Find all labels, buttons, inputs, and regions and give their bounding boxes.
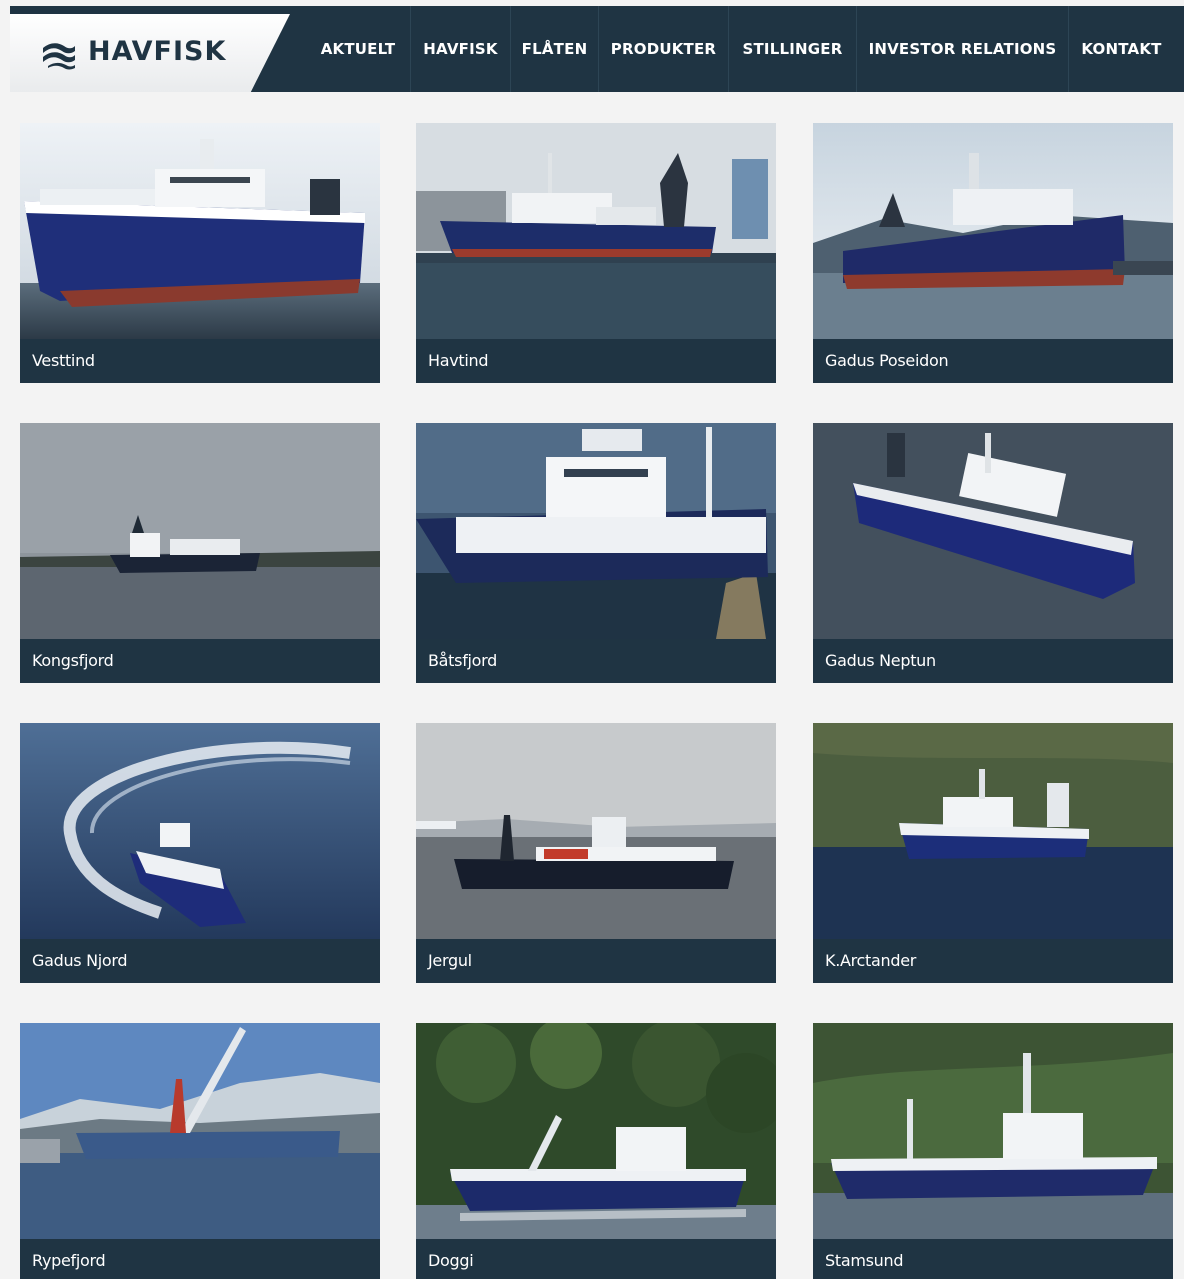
nav-item-kontakt[interactable]: KONTAKT <box>1068 6 1174 92</box>
brand-name: HAVFISK <box>88 36 227 67</box>
nav-item-investor-relations[interactable]: INVESTOR RELATIONS <box>856 6 1068 92</box>
vessel-name: Kongsfjord <box>20 639 380 683</box>
nav-item-stillinger[interactable]: STILLINGER <box>728 6 856 92</box>
vessel-card[interactable]: Kongsfjord <box>20 423 380 683</box>
nav-item-havfisk[interactable]: HAVFISK <box>410 6 510 92</box>
vessel-name: Rypefjord <box>20 1239 380 1279</box>
vessel-photo <box>416 123 776 339</box>
vessel-card[interactable]: Havtind <box>416 123 776 383</box>
vessel-name: Gadus Njord <box>20 939 380 983</box>
vessel-card[interactable]: Båtsfjord <box>416 423 776 683</box>
vessel-name: Gadus Neptun <box>813 639 1173 683</box>
vessel-name: Stamsund <box>813 1239 1173 1279</box>
vessel-name: Gadus Poseidon <box>813 339 1173 383</box>
wave-icon <box>43 43 75 70</box>
vessel-photo <box>416 423 776 639</box>
vessel-photo <box>813 423 1173 639</box>
vessel-card[interactable]: Rypefjord <box>20 1023 380 1279</box>
vessel-card[interactable]: Jergul <box>416 723 776 983</box>
vessel-photo <box>813 123 1173 339</box>
logo[interactable]: HAVFISK <box>10 14 290 92</box>
vessel-name: Doggi <box>416 1239 776 1279</box>
vessel-card[interactable]: Stamsund <box>813 1023 1173 1279</box>
vessel-photo <box>20 1023 380 1239</box>
vessel-photo <box>20 723 380 939</box>
vessel-card[interactable]: K.Arctander <box>813 723 1173 983</box>
vessel-card[interactable]: Gadus Neptun <box>813 423 1173 683</box>
vessel-name: Havtind <box>416 339 776 383</box>
vessel-name: Båtsfjord <box>416 639 776 683</box>
vessel-photo <box>416 1023 776 1239</box>
nav-item-flaten[interactable]: FLÅTEN <box>510 6 598 92</box>
vessel-card[interactable]: Gadus Njord <box>20 723 380 983</box>
vessel-name: Vesttind <box>20 339 380 383</box>
vessel-name: K.Arctander <box>813 939 1173 983</box>
page: HAVFISK AKTUELT HAVFISK FLÅTEN PRODUKTER… <box>0 0 1184 1279</box>
vessel-card[interactable]: Gadus Poseidon <box>813 123 1173 383</box>
vessel-photo <box>20 123 380 339</box>
main-nav: AKTUELT HAVFISK FLÅTEN PRODUKTER STILLIN… <box>306 6 1174 92</box>
vessel-photo <box>416 723 776 939</box>
nav-item-aktuelt[interactable]: AKTUELT <box>306 6 410 92</box>
vessel-photo <box>813 1023 1173 1239</box>
vessel-card[interactable]: Doggi <box>416 1023 776 1279</box>
nav-item-produkter[interactable]: PRODUKTER <box>598 6 728 92</box>
vessel-photo <box>813 723 1173 939</box>
vessel-card[interactable]: Vesttind <box>20 123 380 383</box>
vessel-photo <box>20 423 380 639</box>
vessel-name: Jergul <box>416 939 776 983</box>
